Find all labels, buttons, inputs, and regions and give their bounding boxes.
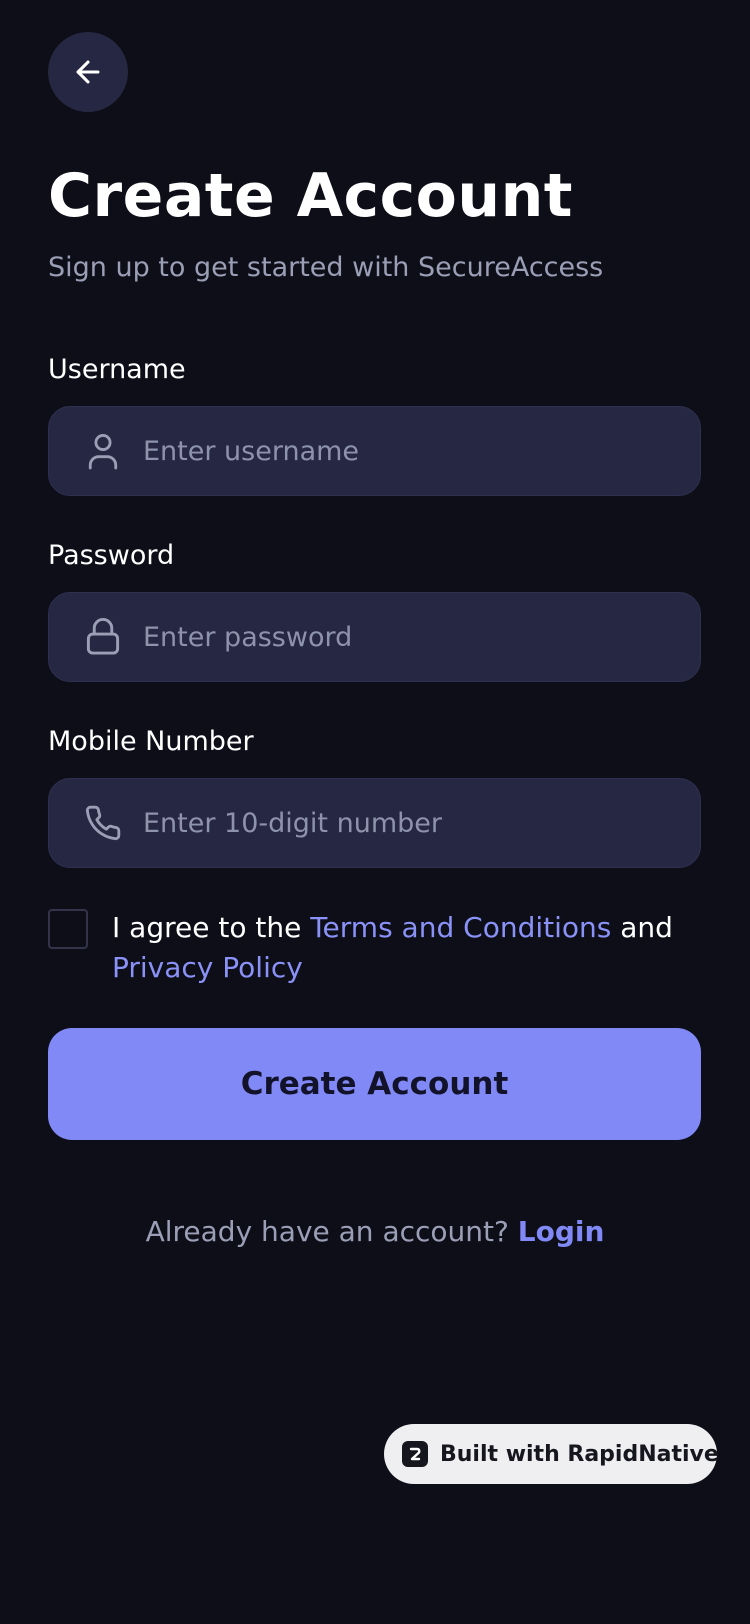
- create-account-button[interactable]: Create Account: [48, 1028, 701, 1140]
- password-input[interactable]: [143, 607, 680, 667]
- page-title: Create Account: [48, 161, 573, 231]
- password-field[interactable]: [48, 592, 701, 682]
- mobile-field[interactable]: [48, 778, 701, 868]
- terms-prefix: I agree to the: [112, 911, 311, 944]
- username-input[interactable]: [143, 421, 680, 481]
- login-prompt: Already have an account? Login: [0, 1212, 750, 1252]
- phone-icon: [83, 803, 123, 843]
- terms-text: I agree to the Terms and Conditions and …: [112, 908, 692, 988]
- terms-checkbox[interactable]: [48, 909, 88, 949]
- username-field[interactable]: [48, 406, 701, 496]
- page-subtitle: Sign up to get started with SecureAccess: [48, 252, 604, 283]
- lock-icon: [83, 617, 123, 657]
- back-button[interactable]: [48, 32, 128, 112]
- mobile-label: Mobile Number: [48, 726, 254, 757]
- login-prompt-text: Already have an account?: [145, 1215, 518, 1248]
- login-link[interactable]: Login: [518, 1215, 605, 1248]
- badge-text: Built with RapidNative: [440, 1441, 719, 1467]
- password-label: Password: [48, 540, 175, 571]
- privacy-link[interactable]: Privacy Policy: [112, 951, 303, 984]
- terms-middle: and: [611, 911, 673, 944]
- mobile-input[interactable]: [143, 793, 680, 853]
- rapidnative-logo-icon: [402, 1441, 428, 1467]
- username-label: Username: [48, 354, 186, 385]
- built-with-badge[interactable]: Built with RapidNative: [384, 1424, 719, 1484]
- user-icon: [83, 431, 123, 471]
- terms-link[interactable]: Terms and Conditions: [310, 911, 611, 944]
- arrow-left-icon: [71, 55, 105, 89]
